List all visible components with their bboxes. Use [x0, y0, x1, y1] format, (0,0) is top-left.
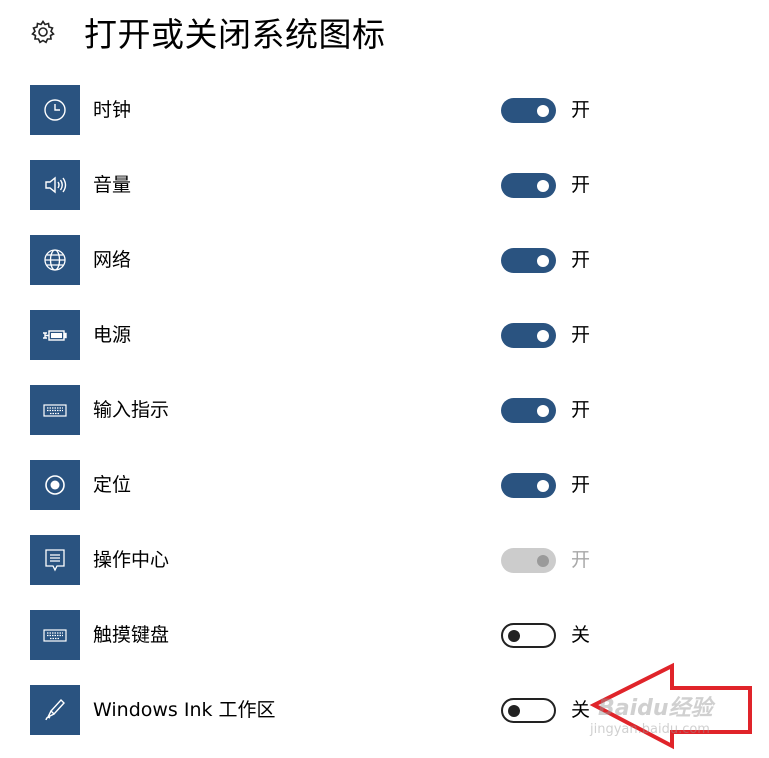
- touch-keyboard-toggle[interactable]: [501, 623, 556, 648]
- toggle-knob: [508, 629, 520, 642]
- setting-row-clock: 时钟 开: [30, 85, 630, 135]
- network-tile: [30, 235, 80, 285]
- location-toggle[interactable]: [501, 473, 556, 498]
- speaker-icon: [45, 176, 67, 194]
- network-toggle[interactable]: [501, 248, 556, 273]
- location-tile: [30, 460, 80, 510]
- power-state: 开: [571, 324, 591, 346]
- volume-toggle[interactable]: [501, 173, 556, 198]
- keyboard-icon: [43, 404, 67, 417]
- toggle-knob: [537, 254, 549, 267]
- toggle-knob: [508, 704, 520, 717]
- location-state: 开: [571, 474, 591, 496]
- globe-icon: [44, 249, 66, 271]
- action-center-tile: [30, 535, 80, 585]
- setting-row-power: 电源 开: [30, 310, 630, 360]
- keyboard-icon: [43, 629, 67, 642]
- location-icon: [45, 475, 65, 495]
- setting-row-location: 定位 开: [30, 460, 630, 510]
- action-center-toggle: [501, 548, 556, 573]
- battery-icon: [43, 330, 67, 341]
- setting-row-network: 网络 开: [30, 235, 630, 285]
- input-indicator-tile: [30, 385, 80, 435]
- setting-row-action-center: 操作中心 开: [30, 535, 630, 585]
- input-indicator-toggle[interactable]: [501, 398, 556, 423]
- action-center-state: 开: [571, 549, 591, 571]
- windows-ink-tile: [30, 685, 80, 735]
- touch-keyboard-label: 触摸键盘: [93, 624, 170, 646]
- pen-icon: [45, 698, 65, 721]
- clock-tile: [30, 85, 80, 135]
- windows-ink-label: Windows Ink 工作区: [93, 699, 276, 721]
- toggle-knob: [537, 404, 549, 417]
- location-label: 定位: [93, 474, 132, 496]
- toggle-knob: [537, 329, 549, 342]
- volume-label: 音量: [93, 174, 132, 196]
- toggle-knob: [537, 479, 549, 492]
- network-state: 开: [571, 249, 591, 271]
- touch-keyboard-state: 关: [571, 624, 591, 646]
- touch-keyboard-tile: [30, 610, 80, 660]
- watermark-logo: Baidu经验: [598, 696, 713, 721]
- action-center-label: 操作中心: [93, 549, 170, 571]
- clock-toggle[interactable]: [501, 98, 556, 123]
- volume-tile: [30, 160, 80, 210]
- toggle-knob: [537, 179, 549, 192]
- volume-state: 开: [571, 174, 591, 196]
- gear-icon[interactable]: [30, 19, 56, 45]
- network-label: 网络: [93, 249, 132, 271]
- power-tile: [30, 310, 80, 360]
- setting-row-touch-keyboard: 触摸键盘 关: [30, 610, 630, 660]
- toggle-knob: [537, 554, 549, 567]
- toggle-knob: [537, 104, 549, 117]
- page-title: 打开或关闭系统图标: [84, 15, 386, 54]
- windows-ink-toggle[interactable]: [501, 698, 556, 723]
- clock-state: 开: [571, 99, 591, 121]
- power-toggle[interactable]: [501, 323, 556, 348]
- input-indicator-label: 输入指示: [93, 399, 170, 421]
- page-header: 打开或关闭系统图标: [30, 8, 386, 56]
- clock-icon: [44, 99, 66, 121]
- watermark-url: jingyan.baidu.com: [590, 722, 710, 737]
- setting-row-windows-ink: Windows Ink 工作区 关: [30, 685, 630, 735]
- setting-row-input-indicator: 输入指示 开: [30, 385, 630, 435]
- power-label: 电源: [93, 324, 132, 346]
- input-indicator-state: 开: [571, 399, 591, 421]
- action-center-icon: [45, 549, 65, 572]
- clock-label: 时钟: [93, 99, 132, 121]
- setting-row-volume: 音量 开: [30, 160, 630, 210]
